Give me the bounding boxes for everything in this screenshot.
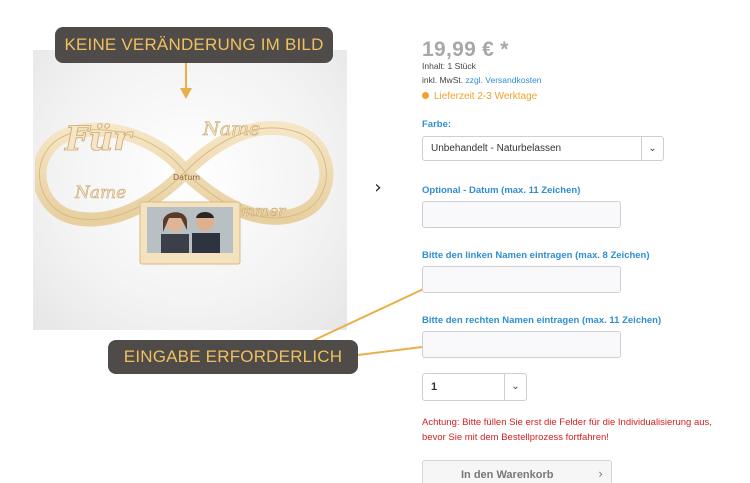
delivery-info: Lieferzeit 2-3 Werktage [422, 91, 537, 102]
quantity-select[interactable]: 1 ⌄ [422, 373, 527, 401]
tax-info: inkl. MwSt. zzgl. Versandkosten [422, 75, 542, 85]
chevron-down-icon: ⌄ [641, 137, 663, 160]
engraving-name-right: Name [202, 118, 260, 140]
tax-text: inkl. MwSt. [422, 75, 466, 85]
add-to-cart-label: In den Warenkorb [461, 469, 554, 481]
chevron-right-icon: › [598, 467, 603, 481]
next-image-arrow[interactable]: › [368, 178, 388, 198]
delivery-status-dot [422, 92, 429, 99]
product-image: Für Name Name Datum Immer [35, 118, 334, 265]
add-to-cart-button[interactable]: In den Warenkorb › [422, 460, 612, 483]
right-name-label: Bitte den rechten Namen eintragen (max. … [422, 315, 662, 326]
datum-input[interactable] [422, 201, 621, 228]
engraving-name-left: Name [74, 183, 126, 203]
callout-input-required: EINGABE ERFORDERLICH [108, 340, 358, 374]
chevron-down-icon: ⌄ [504, 374, 526, 400]
product-content: Inhalt: 1 Stück [422, 61, 476, 71]
shipping-costs-link[interactable]: zzgl. Versandkosten [465, 75, 541, 85]
right-name-input[interactable] [422, 331, 621, 358]
engraving-forever: Immer [234, 202, 286, 220]
farbe-select[interactable]: Unbehandelt - Naturbelassen ⌄ [422, 136, 664, 161]
left-name-input[interactable] [422, 266, 621, 293]
engraving-date: Datum [173, 173, 200, 182]
personalization-warning: Achtung: Bitte füllen Sie erst die Felde… [422, 417, 712, 443]
quantity-value: 1 [431, 381, 438, 393]
datum-label: Optional - Datum (max. 11 Zeichen) [422, 185, 581, 196]
farbe-label: Farbe: [422, 119, 452, 130]
product-price: 19,99 € * [422, 38, 509, 61]
engraving-fuer: Für [64, 119, 133, 159]
delivery-text: Lieferzeit 2-3 Werktage [434, 91, 538, 102]
callout-no-image-change: KEINE VERÄNDERUNG IM BILD [55, 27, 333, 63]
left-name-label: Bitte den linken Namen eintragen (max. 8… [422, 250, 650, 261]
farbe-selected-value: Unbehandelt - Naturbelassen [431, 143, 562, 154]
